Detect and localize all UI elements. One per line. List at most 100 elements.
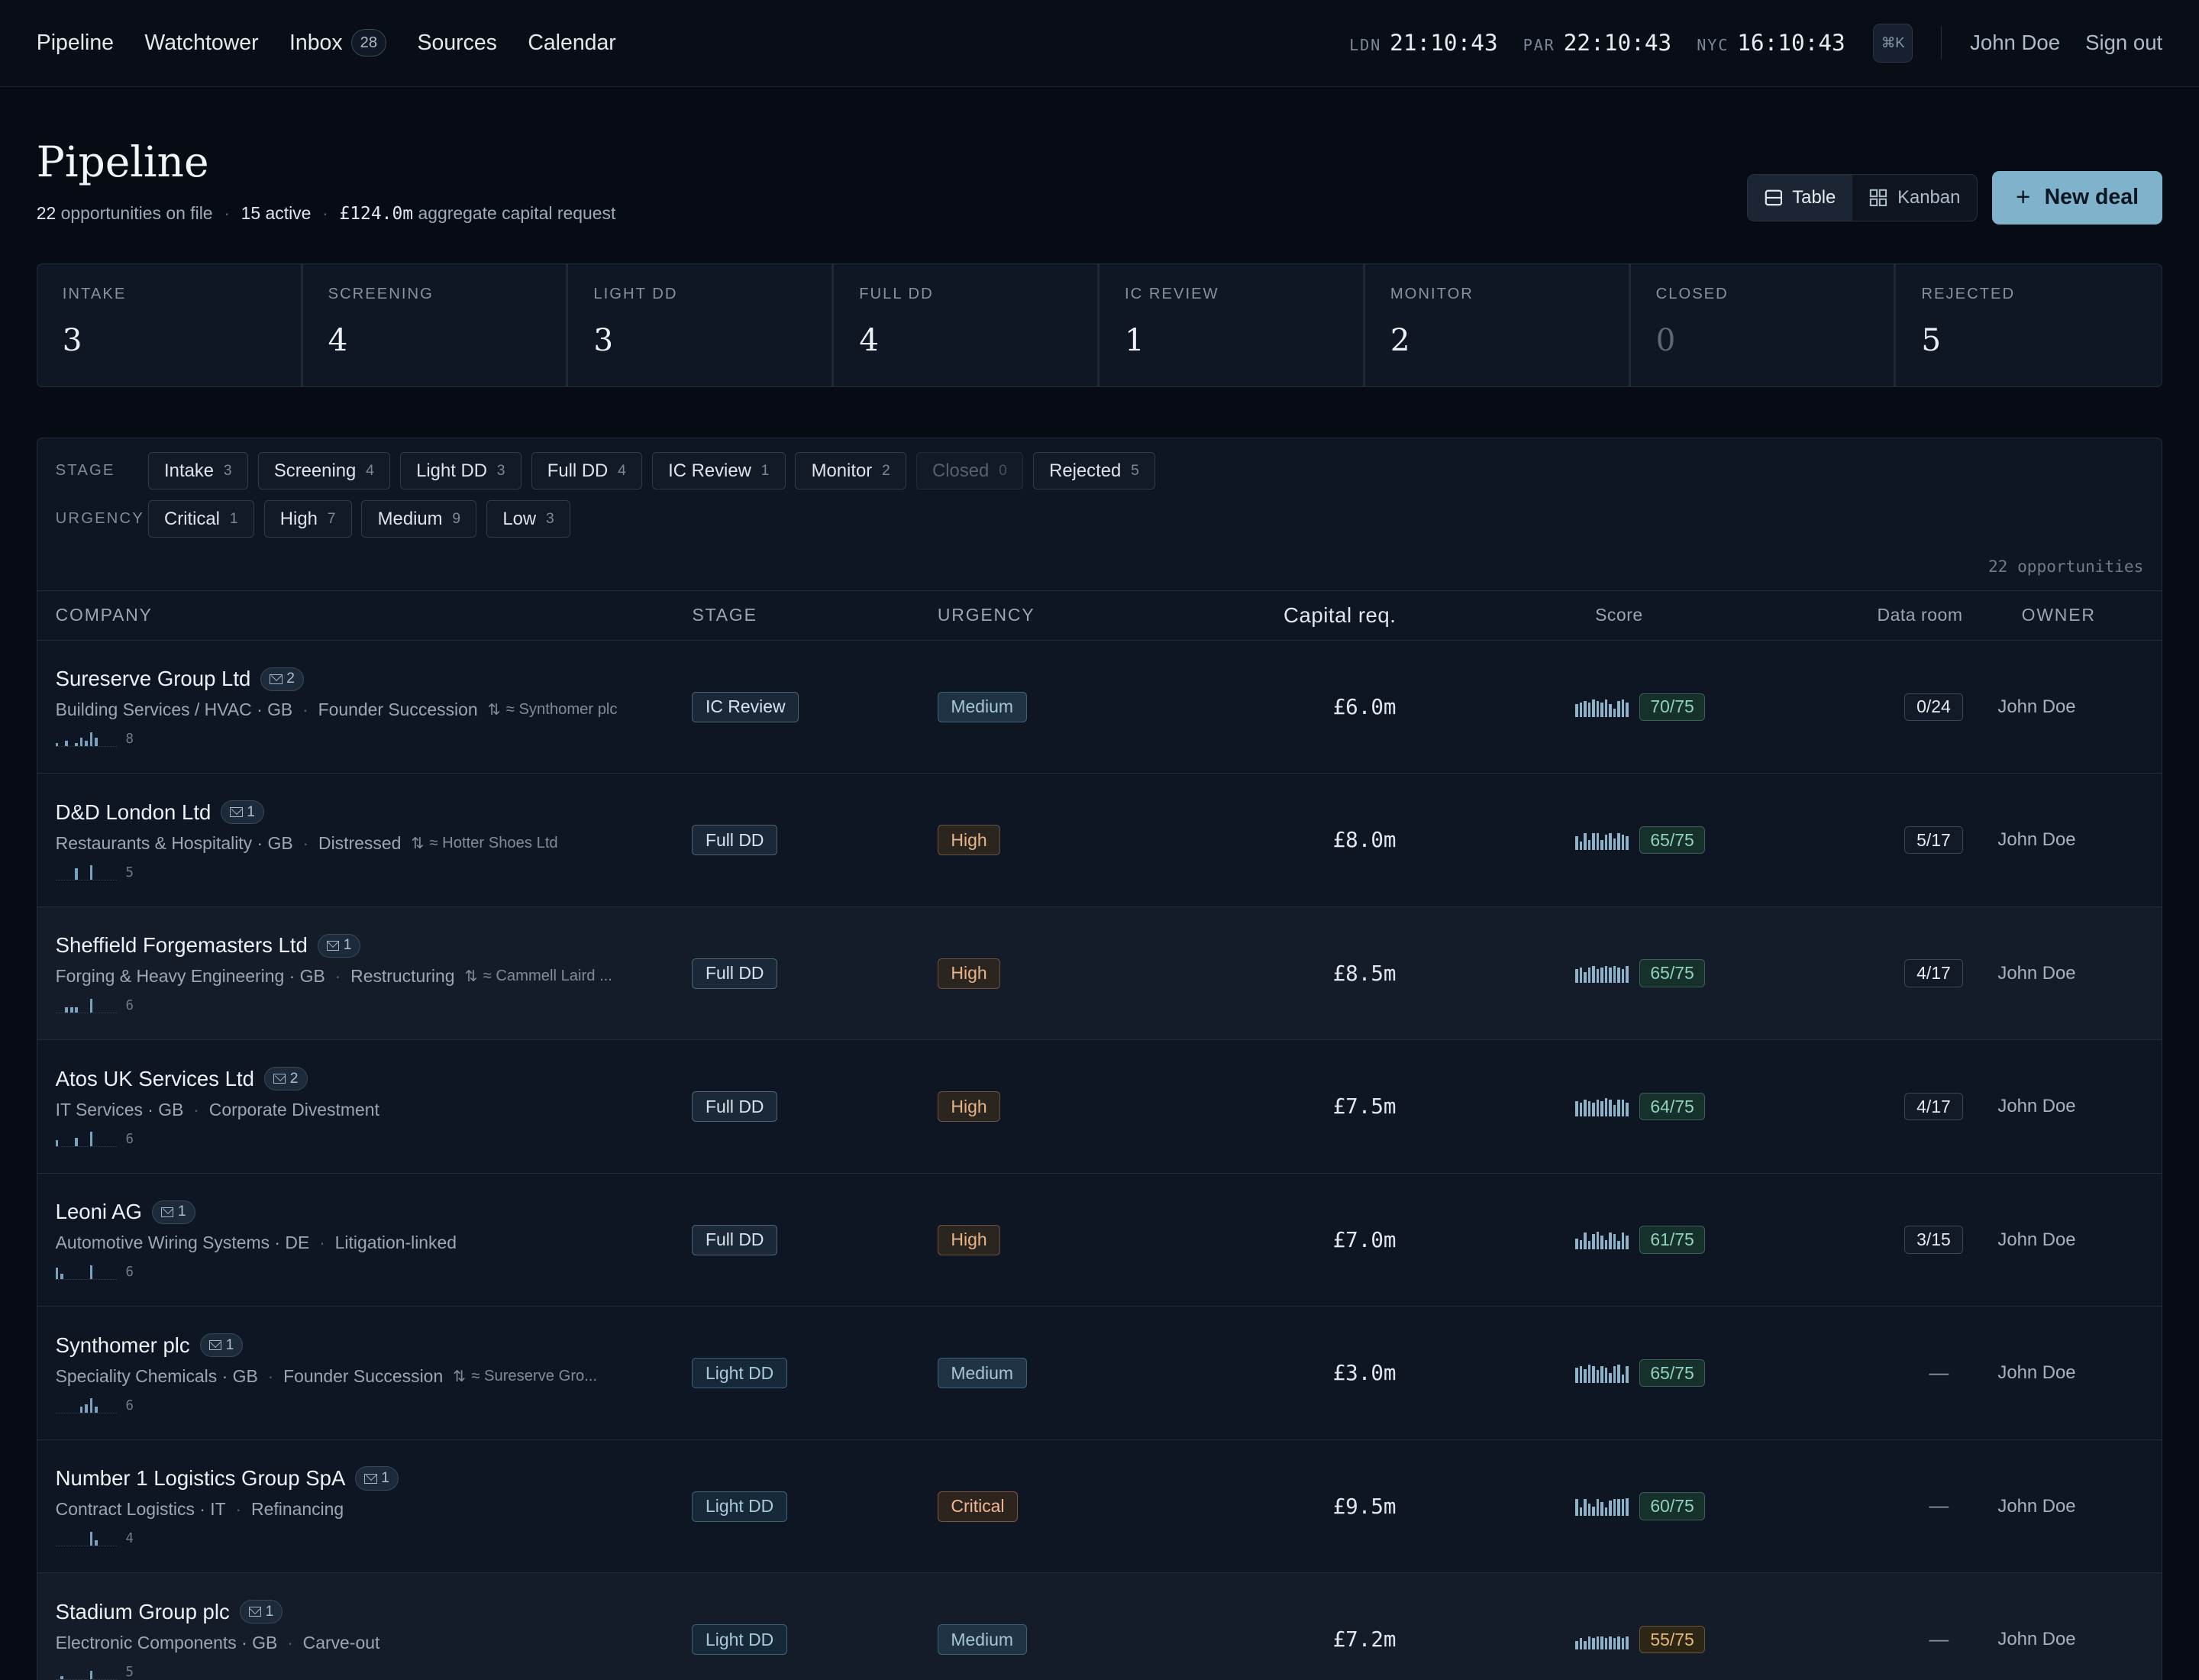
nav-inbox[interactable]: Inbox 28 <box>289 29 387 57</box>
stage-card[interactable]: FULL DD 4 <box>834 264 1100 386</box>
score-bar <box>1575 1238 1578 1250</box>
urgency-filter-chip[interactable]: High 7 <box>263 500 352 538</box>
company-name[interactable]: Sureserve Group Ltd <box>56 667 251 691</box>
stage-filter-chip[interactable]: Screening 4 <box>257 452 391 489</box>
table-row[interactable]: Leoni AG 1 Automotive Wiring Systems · DE ·… <box>37 1174 2162 1307</box>
score-badge: 65/75 <box>1639 959 1705 987</box>
related-deal-link[interactable]: ⇅ ≈ Synthomer plc <box>488 700 618 719</box>
related-deal-link[interactable]: ⇅ ≈ Hotter Shoes Ltd <box>411 834 557 853</box>
col-urgency[interactable]: URGENCY <box>938 605 1167 625</box>
owner-name: John Doe <box>1997 1096 2076 1117</box>
related-deal-link[interactable]: ⇅ ≈ Cammell Laird ... <box>464 967 612 986</box>
score-cell: 61/75 <box>1397 1226 1705 1254</box>
company-name[interactable]: Leoni AG <box>56 1200 142 1224</box>
mail-count-badge[interactable]: 1 <box>199 1333 244 1358</box>
sparkline-bars <box>55 1531 118 1547</box>
mail-count-badge[interactable]: 1 <box>239 1599 283 1624</box>
col-owner[interactable]: OWNER <box>1963 605 2162 625</box>
view-kanban-button[interactable]: Kanban <box>1852 175 1977 221</box>
company-name[interactable]: Synthomer plc <box>56 1333 190 1358</box>
chip-label: Monitor <box>811 460 873 481</box>
nav-watchtower[interactable]: Watchtower <box>144 31 258 56</box>
divider <box>1940 26 1942 60</box>
stage-card[interactable]: SCREENING 4 <box>303 264 569 386</box>
mail-count: 1 <box>381 1470 389 1487</box>
stage-cell: Full DD <box>692 958 937 989</box>
stage-card-label: INTAKE <box>62 285 127 302</box>
score-bar <box>1600 968 1603 984</box>
data-room-progress[interactable]: 4/17 <box>1904 959 1963 987</box>
stage-filter-chip[interactable]: Full DD 4 <box>531 452 643 489</box>
col-stage[interactable]: STAGE <box>692 605 937 625</box>
capital-request: £7.0m <box>1332 1227 1397 1252</box>
score-bar <box>1579 1507 1583 1517</box>
data-room-progress[interactable]: 3/15 <box>1904 1226 1963 1254</box>
company-name[interactable]: Number 1 Logistics Group SpA <box>56 1466 346 1491</box>
sign-out-link[interactable]: Sign out <box>2085 31 2162 55</box>
score-bar <box>1613 838 1616 850</box>
table-row[interactable]: Atos UK Services Ltd 2 IT Services · GB · Co… <box>37 1040 2162 1174</box>
stage-filter-chip[interactable]: IC Review 1 <box>651 452 786 489</box>
chip-count: 2 <box>882 462 890 479</box>
company-cell: D&D London Ltd 1 Restaurants & Hospitality… <box>55 800 693 880</box>
nav-sources[interactable]: Sources <box>418 31 497 56</box>
mail-count-badge[interactable]: 1 <box>221 800 264 825</box>
stage-filter-chip[interactable]: Light DD 3 <box>399 452 521 489</box>
data-room-progress[interactable]: 0/24 <box>1904 693 1963 721</box>
stage-card[interactable]: IC REVIEW 1 <box>1100 264 1365 386</box>
command-palette-button[interactable]: ⌘K <box>1873 23 1913 63</box>
company-name[interactable]: Atos UK Services Ltd <box>56 1067 254 1091</box>
stage-card[interactable]: REJECTED 5 <box>1896 264 2162 386</box>
company-name[interactable]: Stadium Group plc <box>56 1600 230 1624</box>
col-data-room[interactable]: Data room <box>1705 605 1963 625</box>
data-room-progress[interactable]: 4/17 <box>1904 1092 1963 1121</box>
stage-filter-chip[interactable]: Rejected 5 <box>1032 452 1156 489</box>
score-bar <box>1575 969 1578 984</box>
inbox-count-badge: 28 <box>350 29 387 57</box>
view-table-button[interactable]: Table <box>1747 174 1853 221</box>
col-company[interactable]: COMPANY <box>56 605 693 625</box>
stage-card[interactable]: LIGHT DD 3 <box>568 264 835 386</box>
table-row[interactable]: Number 1 Logistics Group SpA 1 Contract Lo… <box>37 1440 2162 1574</box>
spark-bar <box>75 1006 78 1013</box>
mail-count-badge[interactable]: 2 <box>263 1067 308 1091</box>
activity-sparkline: 6 <box>55 1263 693 1281</box>
mail-count-badge[interactable]: 1 <box>317 933 361 958</box>
nav-pipeline[interactable]: Pipeline <box>37 31 114 56</box>
table-row[interactable]: Sheffield Forgemasters Ltd 1 Forging & Hea… <box>37 906 2162 1041</box>
nav-calendar[interactable]: Calendar <box>528 31 615 56</box>
mail-count-badge[interactable]: 2 <box>260 667 304 691</box>
stage-card[interactable]: INTAKE 3 <box>37 264 303 386</box>
col-score[interactable]: Score <box>1397 605 1705 625</box>
table-row[interactable]: D&D London Ltd 1 Restaurants & Hospitality… <box>37 774 2162 907</box>
stage-filter-chip[interactable]: Closed 0 <box>915 452 1024 489</box>
score-bar <box>1617 1636 1620 1649</box>
stage-card[interactable]: CLOSED 0 <box>1631 264 1897 386</box>
capital-request: £6.0m <box>1332 694 1397 719</box>
company-name[interactable]: Sheffield Forgemasters Ltd <box>56 933 308 958</box>
urgency-filter-chip[interactable]: Low 3 <box>486 500 570 538</box>
urgency-tag: High <box>937 1224 1001 1255</box>
related-deal-link[interactable]: ⇅ ≈ Sureserve Gro... <box>453 1367 597 1386</box>
new-deal-button[interactable]: + New deal <box>1991 171 2163 225</box>
score-bar <box>1626 835 1629 850</box>
table-row[interactable]: Stadium Group plc 1 Electronic Components … <box>37 1573 2162 1680</box>
stage-filter-chip[interactable]: Intake 3 <box>147 452 248 489</box>
mail-count-badge[interactable]: 1 <box>355 1466 399 1491</box>
urgency-filter-chip[interactable]: Critical 1 <box>147 500 254 538</box>
table-row[interactable]: Synthomer plc 1 Speciality Chemicals · GB ·… <box>37 1307 2162 1440</box>
company-name[interactable]: D&D London Ltd <box>56 800 212 825</box>
nav-links: Pipeline Watchtower Inbox 28 Sources Cal… <box>37 29 616 57</box>
data-room-progress[interactable]: 5/17 <box>1904 825 1963 855</box>
company-meta: Electronic Components · GB · Carve-out <box>56 1633 693 1653</box>
col-capital[interactable]: Capital req. <box>1167 603 1396 628</box>
score-bar <box>1604 699 1608 717</box>
chip-label: Full DD <box>547 460 609 481</box>
urgency-filter-chip[interactable]: Medium 9 <box>361 500 477 538</box>
stage-filter-chip[interactable]: Monitor 2 <box>795 452 906 489</box>
table-row[interactable]: Sureserve Group Ltd 2 Building Services / … <box>37 641 2162 774</box>
stage-tag: Full DD <box>692 825 777 856</box>
stage-card[interactable]: MONITOR 2 <box>1365 264 1631 386</box>
score-bar <box>1613 1105 1616 1116</box>
mail-count-badge[interactable]: 1 <box>151 1200 195 1224</box>
